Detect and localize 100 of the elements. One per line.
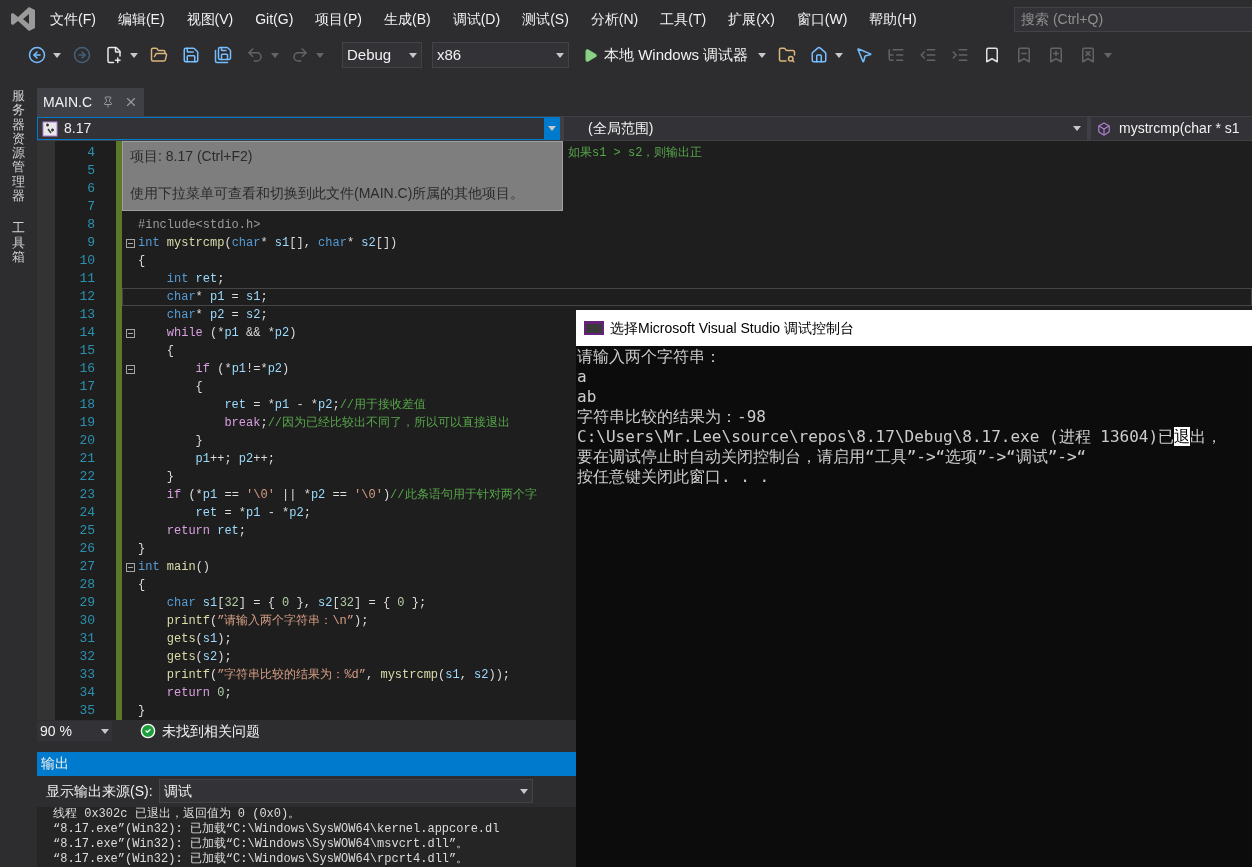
- line-number: 13: [79, 306, 95, 324]
- menu-item[interactable]: 分析(N): [590, 8, 639, 30]
- save-all-button[interactable]: [212, 44, 234, 66]
- menu-item[interactable]: 视图(V): [186, 8, 234, 30]
- line-number: 9: [87, 234, 95, 252]
- code-line: }: [138, 703, 146, 720]
- line-number: 35: [79, 702, 95, 720]
- collapse-icon[interactable]: [126, 328, 135, 338]
- code-line: char* p2 = s2;: [165, 307, 268, 324]
- start-debugging-button[interactable]: 本地 Windows 调试器: [583, 43, 749, 67]
- menu-item[interactable]: 窗口(W): [796, 8, 848, 30]
- code-line: }: [165, 469, 174, 486]
- line-number: 5: [87, 162, 95, 180]
- caret-icon[interactable]: [1073, 126, 1081, 131]
- line-number: 8: [87, 216, 95, 234]
- collapse-icon[interactable]: [126, 562, 135, 572]
- project-icon: [42, 120, 58, 137]
- caret-icon[interactable]: [758, 52, 767, 58]
- menu-item[interactable]: 调试(D): [452, 8, 501, 30]
- caret-icon[interactable]: [409, 52, 417, 58]
- caret-icon[interactable]: [101, 728, 109, 734]
- menu-item[interactable]: Git(G): [255, 8, 294, 30]
- line-number: 30: [79, 612, 95, 630]
- editor-tab[interactable]: MAIN.C: [37, 88, 144, 116]
- project-dropdown[interactable]: 8.17: [37, 117, 560, 140]
- configuration-dropdown[interactable]: Debug: [342, 42, 422, 68]
- line-number: 14: [79, 324, 95, 342]
- code-line: printf(”请输入两个字符串：\n”);: [165, 613, 369, 630]
- code-line: {: [138, 577, 146, 594]
- side-tab[interactable]: 服务器资源管理器: [12, 89, 25, 204]
- tooltip-title: 项目: 8.17 (Ctrl+F2): [130, 147, 254, 166]
- line-number: 12: [79, 288, 95, 306]
- code-line: #include<stdio.h>: [138, 217, 261, 234]
- caret-icon[interactable]: [835, 52, 844, 58]
- code-line: int ret;: [165, 271, 225, 288]
- console-line: ab: [577, 387, 598, 407]
- line-number: 16: [79, 360, 95, 378]
- console-line: 要在调试停止时自动关闭控制台，请启用“工具”->“选项”->“调试”->“: [577, 447, 1088, 467]
- code-line: int mystrcmp(char* s1[], char* s2[]): [138, 235, 398, 252]
- method-icon: [1097, 121, 1111, 136]
- line-number: 24: [79, 504, 95, 522]
- code-line: 如果s1 > s2，则输出正: [568, 145, 703, 162]
- code-line: }: [138, 541, 146, 558]
- vs-logo-icon[interactable]: [10, 6, 36, 32]
- output-source-dropdown[interactable]: 调试: [158, 779, 533, 804]
- line-number: 17: [79, 378, 95, 396]
- code-line: {: [138, 253, 146, 270]
- code-line: printf(”字符串比较的结果为：%d”, mystrcmp(s1, s2));: [165, 667, 511, 684]
- line-number: 27: [79, 558, 95, 576]
- menu-item[interactable]: 编辑(E): [117, 8, 165, 30]
- console-line: 字符串比较的结果为：-98: [577, 407, 767, 427]
- platform-dropdown[interactable]: x86: [432, 42, 569, 68]
- collapse-icon[interactable]: [126, 238, 135, 248]
- console-title: 选择Microsoft Visual Studio 调试控制台: [610, 318, 855, 338]
- zoom-dropdown[interactable]: 90 %: [37, 721, 112, 741]
- line-number: 15: [79, 342, 95, 360]
- line-number: 19: [79, 414, 95, 432]
- collapse-icon[interactable]: [126, 364, 135, 374]
- source-label: 显示输出来源(S):: [46, 781, 153, 801]
- code-line: {: [165, 343, 174, 360]
- caret-icon[interactable]: [53, 52, 61, 58]
- menu-item[interactable]: 工具(T): [660, 8, 707, 30]
- code-line: }: [194, 433, 203, 450]
- code-line: {: [194, 379, 203, 396]
- caret-icon[interactable]: [519, 788, 528, 794]
- line-number: 33: [79, 666, 95, 684]
- line-number: 32: [79, 648, 95, 666]
- console-line: 请输入两个字符串：: [577, 347, 722, 367]
- code-line: if (*p1!=*p2): [194, 361, 290, 378]
- code-line: gets(s1);: [165, 631, 232, 648]
- console-line: a: [577, 367, 588, 387]
- code-line: ret = *p1 - *p2;: [194, 505, 311, 522]
- line-number: 26: [79, 540, 95, 558]
- line-number: 28: [79, 576, 95, 594]
- line-number: 25: [79, 522, 95, 540]
- menu-item[interactable]: 生成(B): [384, 8, 431, 30]
- output-line: 线程 0x302c 已退出，返回值为 0 (0x0)。: [53, 807, 302, 822]
- issues-status: 未找到相关问题: [162, 721, 260, 741]
- side-tab[interactable]: 工具箱: [12, 221, 25, 265]
- code-line: gets(s2);: [165, 649, 232, 666]
- line-number: 4: [87, 144, 95, 162]
- line-number: 18: [79, 396, 95, 414]
- caret-icon[interactable]: [556, 52, 564, 58]
- output-line: “8.17.exe”(Win32): 已加载“C:\Windows\SysWOW64\kernel.appcore.dl: [53, 822, 501, 837]
- menu-item[interactable]: 扩展(X): [728, 8, 775, 30]
- scope-dropdown[interactable]: (全局范围): [564, 117, 1087, 140]
- menu-item[interactable]: 文件(F): [50, 8, 96, 30]
- back-button[interactable]: [26, 44, 48, 66]
- menu-item[interactable]: 测试(S): [522, 8, 569, 30]
- search-field[interactable]: 搜索 (Ctrl+Q): [1014, 6, 1252, 32]
- console-icon: [584, 321, 604, 335]
- caret-icon[interactable]: [130, 52, 138, 58]
- code-line: int main(): [138, 559, 211, 576]
- menu-item[interactable]: 项目(P): [315, 8, 362, 30]
- member-dropdown[interactable]: mystrcmp(char * s1: [1091, 117, 1252, 140]
- check-icon: [140, 723, 156, 739]
- menu-item[interactable]: 帮助(H): [869, 8, 917, 30]
- code-line: break;//因为已经比较出不同了，所以可以直接退出: [223, 415, 511, 432]
- line-number: 7: [87, 198, 95, 216]
- output-line: “8.17.exe”(Win32): 已加载“C:\Windows\SysWOW64\rpcrt4.dll”。: [53, 852, 470, 867]
